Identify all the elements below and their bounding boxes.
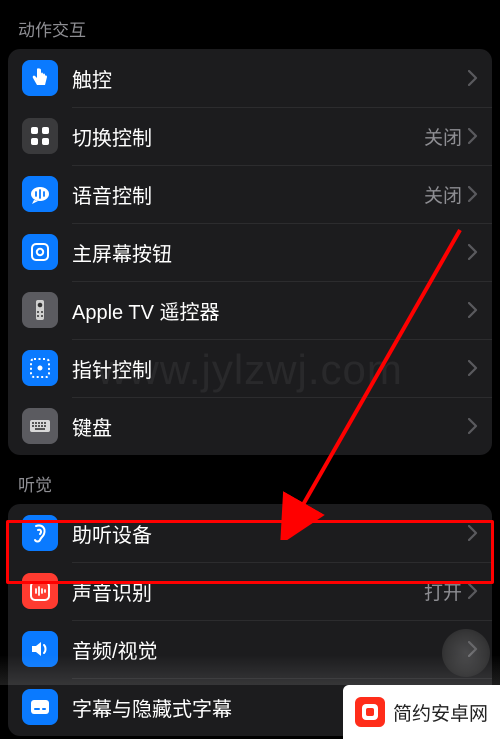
settings-row-home-button[interactable]: 主屏幕按钮 bbox=[8, 223, 492, 281]
chevron-right-icon bbox=[468, 128, 478, 144]
settings-row-touch[interactable]: 触控 bbox=[8, 49, 492, 107]
grid-icon bbox=[22, 118, 58, 154]
chevron-right-icon bbox=[468, 418, 478, 434]
site-name: 简约安卓网 bbox=[393, 699, 488, 726]
row-label: 指针控制 bbox=[72, 354, 468, 383]
row-label: 助听设备 bbox=[72, 519, 468, 548]
remote-icon bbox=[22, 292, 58, 328]
settings-row-audio-visual[interactable]: 音频/视觉 bbox=[8, 620, 492, 678]
site-footer: 简约安卓网 bbox=[343, 685, 500, 739]
chevron-right-icon bbox=[468, 583, 478, 599]
settings-row-voice-control[interactable]: 语音控制关闭 bbox=[8, 165, 492, 223]
settings-row-apple-tv-remote[interactable]: Apple TV 遥控器 bbox=[8, 281, 492, 339]
chevron-right-icon bbox=[468, 302, 478, 318]
voice-icon bbox=[22, 176, 58, 212]
audio-icon bbox=[22, 631, 58, 667]
row-label: 声音识别 bbox=[72, 577, 424, 606]
site-logo-icon bbox=[355, 697, 385, 727]
row-value: 打开 bbox=[424, 578, 462, 605]
settings-row-switch-control[interactable]: 切换控制关闭 bbox=[8, 107, 492, 165]
pointer-icon bbox=[22, 350, 58, 386]
settings-row-keyboard[interactable]: 键盘 bbox=[8, 397, 492, 455]
touch-icon bbox=[22, 60, 58, 96]
row-label: 主屏幕按钮 bbox=[72, 238, 468, 267]
settings-row-hearing-devices[interactable]: 助听设备 bbox=[8, 504, 492, 562]
section-header: 听觉 bbox=[0, 455, 500, 504]
sound-recognition-icon bbox=[22, 573, 58, 609]
row-label: 语音控制 bbox=[72, 180, 424, 209]
chevron-right-icon bbox=[468, 186, 478, 202]
settings-section: 触控切换控制关闭语音控制关闭主屏幕按钮Apple TV 遥控器指针控制键盘 bbox=[8, 49, 492, 455]
home-button-icon bbox=[22, 234, 58, 270]
row-value: 关闭 bbox=[424, 181, 462, 208]
section-header: 动作交互 bbox=[0, 0, 500, 49]
keyboard-icon bbox=[22, 408, 58, 444]
row-value: 关闭 bbox=[424, 123, 462, 150]
chevron-right-icon bbox=[468, 70, 478, 86]
row-label: 触控 bbox=[72, 64, 468, 93]
row-label: Apple TV 遥控器 bbox=[72, 296, 468, 325]
row-label: 键盘 bbox=[72, 412, 468, 441]
chevron-right-icon bbox=[468, 360, 478, 376]
subtitles-icon bbox=[22, 689, 58, 725]
chevron-right-icon bbox=[468, 525, 478, 541]
row-label: 切换控制 bbox=[72, 122, 424, 151]
assistive-touch-button[interactable] bbox=[442, 629, 490, 677]
row-label: 音频/视觉 bbox=[72, 635, 468, 664]
settings-row-sound-recognition[interactable]: 声音识别打开 bbox=[8, 562, 492, 620]
ear-icon bbox=[22, 515, 58, 551]
settings-row-pointer-control[interactable]: 指针控制 bbox=[8, 339, 492, 397]
chevron-right-icon bbox=[468, 244, 478, 260]
